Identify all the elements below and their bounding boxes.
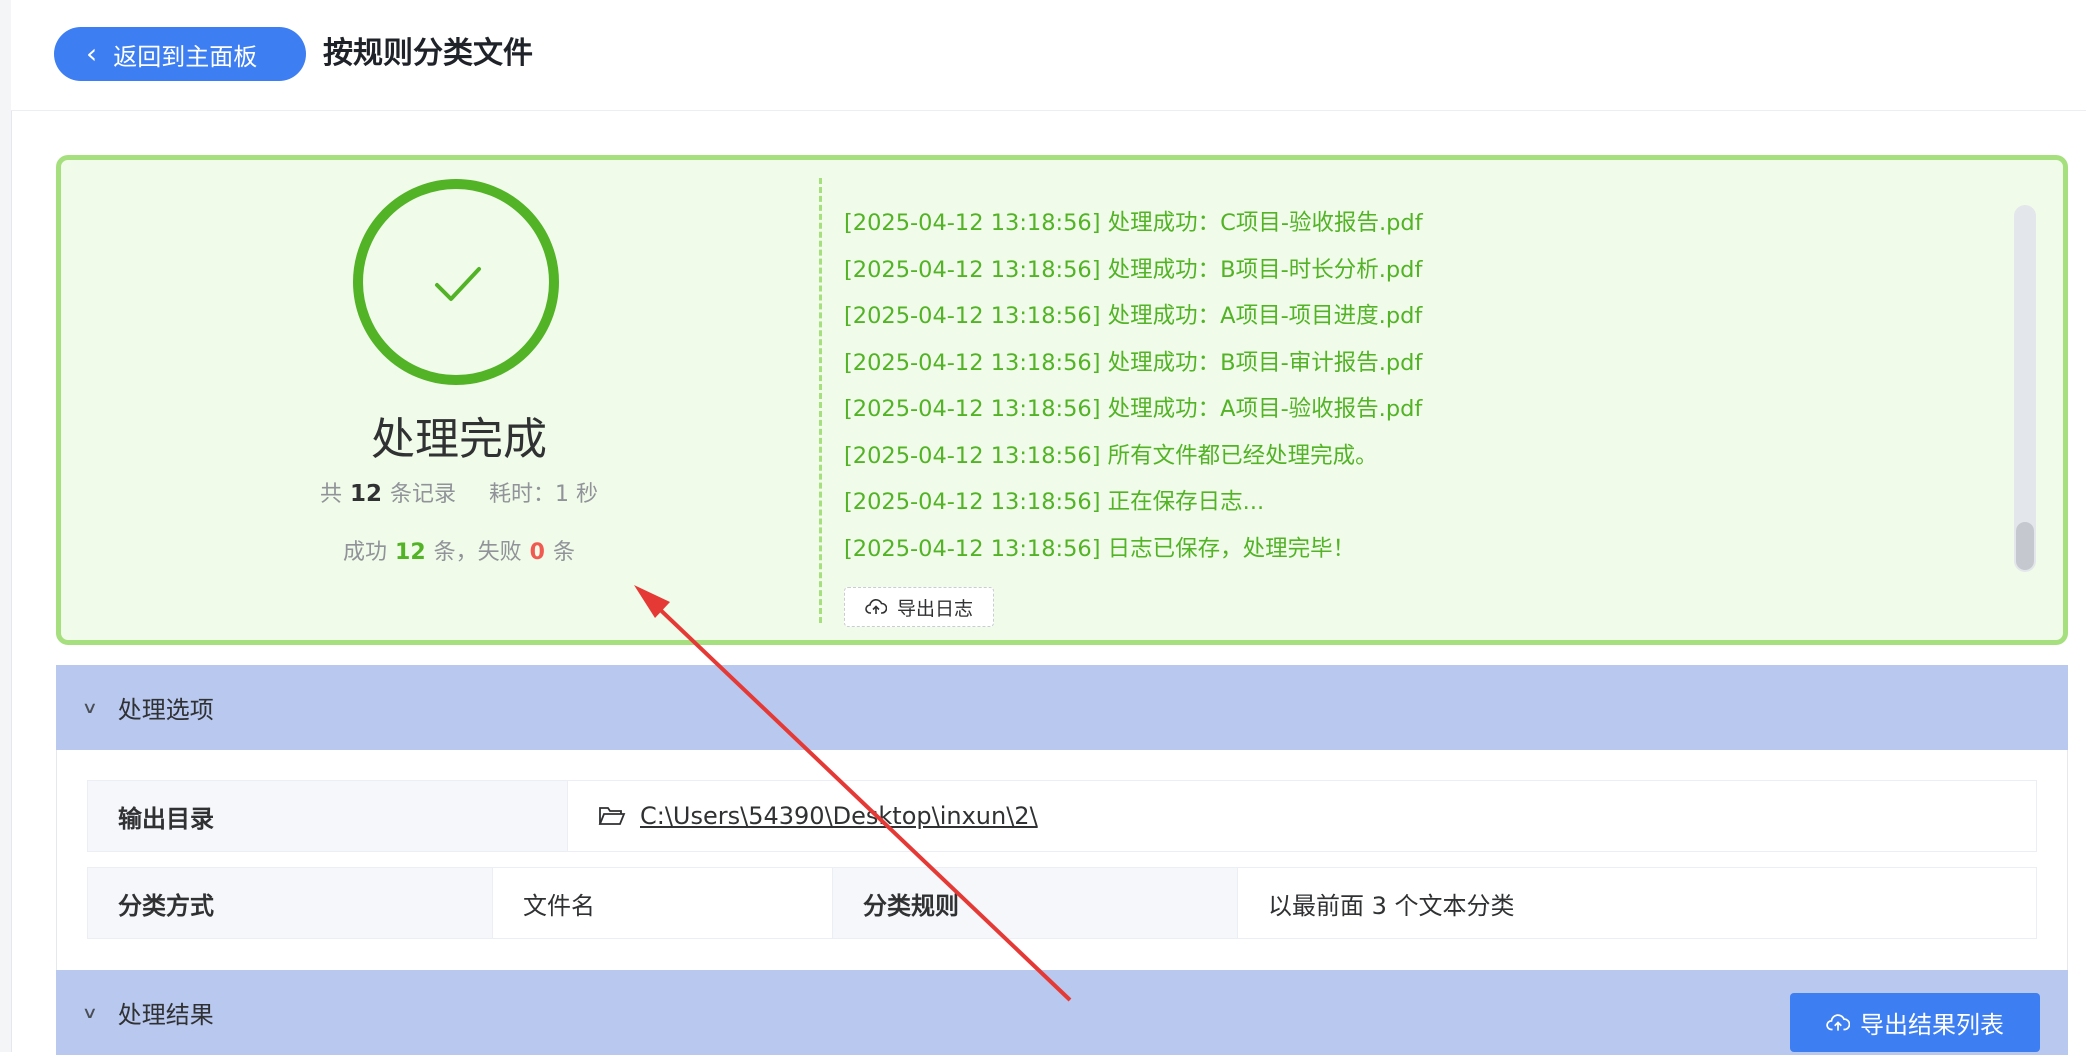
- log-scrollbar-track[interactable]: [2014, 205, 2036, 572]
- output-dir-label: 输出目录: [88, 781, 568, 851]
- classify-rule-label: 分类规则: [833, 868, 1238, 938]
- chevron-down-icon: ∨: [81, 1003, 99, 1022]
- classify-row: 分类方式 文件名 分类规则 以最前面 3 个文本分类: [87, 867, 2037, 939]
- log-scrollbar-thumb[interactable]: [2016, 522, 2034, 570]
- success-count: 12: [395, 540, 426, 565]
- page-title: 按规则分类文件: [323, 36, 533, 71]
- total-count: 12: [349, 481, 382, 507]
- log-entry: [2025-04-12 13:18:56] 处理成功：B项目-时长分析.pdf: [844, 256, 1423, 283]
- log-entry: [2025-04-12 13:18:56] 正在保存日志...: [844, 489, 1265, 515]
- section-title-options: 处理选项: [117, 696, 214, 724]
- options-body: 输出目录 C:\Users\54390\Desktop\inxun\2\ 分类方…: [56, 750, 2068, 970]
- chevron-down-icon: ∨: [81, 698, 99, 717]
- success-suffix: 条，失败: [433, 540, 522, 565]
- summary-stats: 共 12 条记录 耗时：1 秒: [61, 476, 857, 508]
- output-dir-row: 输出目录 C:\Users\54390\Desktop\inxun\2\: [87, 780, 2037, 852]
- back-button-label: 返回到主面板: [113, 42, 258, 71]
- section-title-results: 处理结果: [117, 1001, 214, 1029]
- output-dir-link[interactable]: C:\Users\54390\Desktop\inxun\2\: [640, 802, 1038, 830]
- success-fail-stats: 成功 12 条，失败 0 条: [61, 534, 857, 566]
- export-log-button[interactable]: 导出日志: [844, 587, 994, 627]
- success-prefix: 成功: [343, 540, 388, 565]
- log-entry: [2025-04-12 13:18:56] 处理成功：B项目-审计报告.pdf: [844, 349, 1423, 376]
- section-header-options[interactable]: ∨ 处理选项: [56, 665, 2068, 750]
- log-entry: [2025-04-12 13:18:56] 所有文件都已经处理完成。: [844, 442, 1378, 469]
- left-edge: [0, 0, 12, 1052]
- total-suffix: 条记录: [390, 482, 457, 507]
- panel-divider: [819, 178, 822, 623]
- log-entry: [2025-04-12 13:18:56] 日志已保存，处理完毕！: [844, 535, 1356, 562]
- export-result-list-button[interactable]: 导出结果列表: [1790, 993, 2040, 1052]
- log-entry: [2025-04-12 13:18:56] 处理成功：C项目-验收报告.pdf: [844, 210, 1423, 236]
- chevron-left-icon: ‹: [86, 37, 98, 70]
- folder-open-icon: [598, 807, 626, 825]
- export-result-label: 导出结果列表: [1860, 1011, 2004, 1039]
- total-prefix: 共: [319, 482, 342, 507]
- fail-count: 0: [529, 540, 545, 565]
- cloud-upload-icon: [865, 599, 887, 614]
- log-list: [2025-04-12 13:18:56] 处理成功：C项目-验收报告.pdf …: [844, 200, 1423, 572]
- elapsed-time: 耗时：1 秒: [489, 482, 599, 507]
- success-check-icon: [353, 179, 559, 385]
- page-header: ‹ 返回到主面板 按规则分类文件: [11, 0, 2086, 111]
- cloud-upload-icon: [1826, 1013, 1850, 1031]
- output-dir-value-cell: C:\Users\54390\Desktop\inxun\2\: [568, 781, 2036, 851]
- log-entry: [2025-04-12 13:18:56] 处理成功：A项目-项目进度.pdf: [844, 303, 1423, 329]
- result-panel: 处理完成 共 12 条记录 耗时：1 秒 成功 12 条，失败 0 条 [2025-04-1…: [56, 155, 2068, 645]
- section-header-results[interactable]: ∨ 处理结果: [56, 970, 2068, 1055]
- back-to-dashboard-button[interactable]: ‹ 返回到主面板: [54, 27, 306, 81]
- fail-suffix: 条: [552, 540, 575, 565]
- status-title: 处理完成: [371, 414, 547, 465]
- classify-method-label: 分类方式: [88, 868, 493, 938]
- export-log-label: 导出日志: [896, 597, 973, 620]
- log-entry: [2025-04-12 13:18:56] 处理成功：A项目-验收报告.pdf: [844, 396, 1423, 422]
- classify-rule-value: 以最前面 3 个文本分类: [1238, 868, 2036, 938]
- classify-method-value: 文件名: [493, 868, 833, 938]
